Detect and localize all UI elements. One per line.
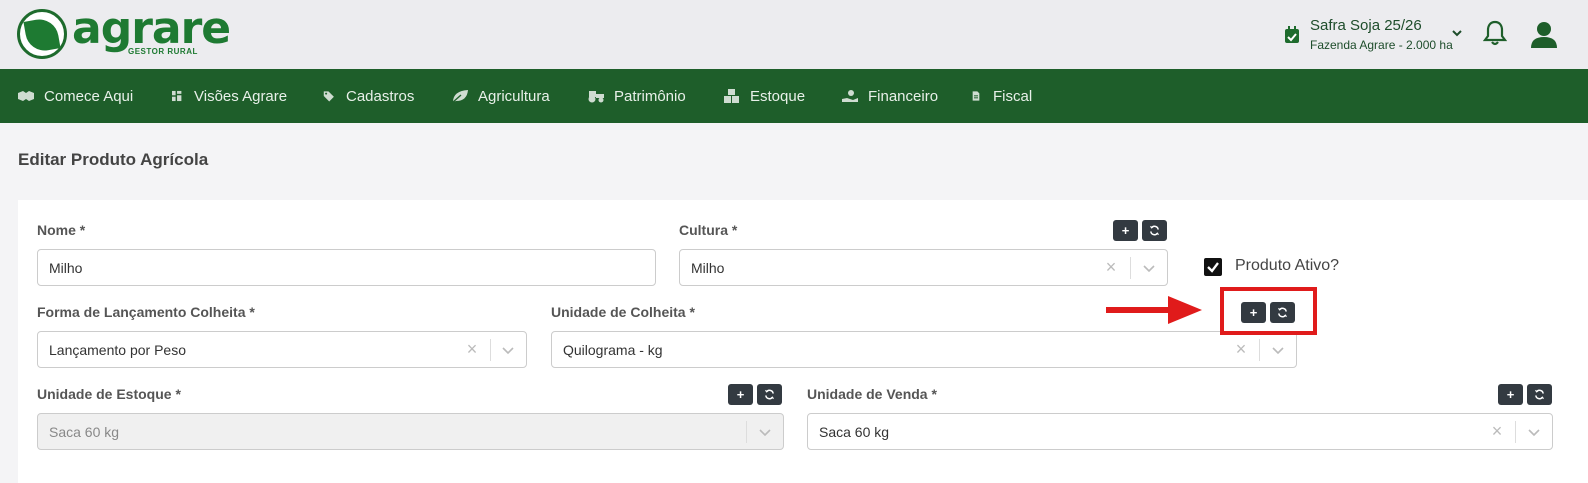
nav-label: Patrimônio [614,87,686,105]
chevron-down-icon[interactable] [1270,342,1286,358]
produto-ativo-label: Produto Ativo? [1235,257,1340,274]
nome-label: Nome * [37,222,86,238]
select-divider [1259,339,1260,361]
unidade-estoque-add-button[interactable]: + [728,384,753,405]
cultura-refresh-button[interactable] [1142,220,1167,241]
nav-item-cadastros[interactable]: Cadastros [323,69,414,123]
farm-name: Fazenda Agrare - 2.000 ha [1310,38,1453,52]
unidade-estoque-select: Saca 60 kg [37,413,784,450]
hand-coin-icon [842,90,858,102]
handshake-icon [18,91,34,101]
tractor-icon [588,91,604,103]
brand-subtitle: GESTOR RURAL [128,47,198,56]
chevron-down-icon[interactable] [500,342,516,358]
boxes-icon [724,89,739,103]
nav-item-financeiro[interactable]: Financeiro [841,69,938,123]
page-title: Editar Produto Agrícola [18,150,209,169]
nav-item-fiscal[interactable]: Fiscal [972,69,1032,123]
logo-mark [17,9,67,59]
unidade-estoque-value: Saca 60 kg [49,423,120,440]
nav-label: Comece Aqui [44,87,134,105]
chevron-down-icon [759,429,771,437]
clear-icon[interactable]: × [1487,422,1507,440]
unidade-venda-select[interactable]: Saca 60 kg × [807,413,1553,450]
nav-label: Agricultura [478,87,550,105]
unidade-colheita-value: Quilograma - kg [563,341,663,358]
unidade-colheita-label: Unidade de Colheita * [551,304,695,320]
leaf-icon [23,16,61,54]
unidade-estoque-refresh-button[interactable] [757,384,782,405]
unidade-venda-label: Unidade de Venda * [807,386,937,402]
refresh-icon [1149,225,1160,236]
nav-item-agricultura[interactable]: Agricultura [451,69,550,123]
leaf-icon [451,90,468,103]
nav-label: Fiscal [993,87,1033,105]
highlight-box [1220,287,1317,335]
produto-ativo-checkbox[interactable] [1204,258,1222,276]
chevron-down-icon [1452,30,1462,37]
clear-icon[interactable]: × [462,340,482,358]
tags-icon [323,91,334,102]
bell-icon[interactable] [1483,20,1507,46]
nav-label: Visões Agrare [194,87,288,105]
cultura-add-button[interactable]: + [1113,220,1138,241]
chevron-down-icon[interactable] [1526,424,1542,440]
unidade-venda-refresh-button[interactable] [1527,384,1552,405]
nav-label: Estoque [750,87,806,105]
cultura-value: Milho [691,259,725,276]
forma-value: Lançamento por Peso [49,341,186,358]
check-icon [1207,262,1219,273]
refresh-icon [1534,389,1545,400]
cultura-select[interactable]: Milho × [679,249,1168,286]
unidade-colheita-refresh-button[interactable] [1270,302,1295,323]
agrare-logo[interactable]: agrare GESTOR RURAL [17,3,231,61]
chevron-down-icon[interactable] [1141,260,1157,276]
refresh-icon [764,389,775,400]
forma-select[interactable]: Lançamento por Peso × [37,331,527,368]
unidade-estoque-label: Unidade de Estoque * [37,386,181,402]
invoice-icon [972,91,980,101]
nav-item-estoque[interactable]: Estoque [723,69,805,123]
unidade-colheita-add-button[interactable]: + [1241,302,1266,323]
calendar-check-icon [1285,26,1299,43]
nav-label: Financeiro [868,87,939,105]
nav-label: Cadastros [346,87,415,105]
nome-input[interactable]: Milho [37,249,656,286]
unidade-colheita-select[interactable]: Quilograma - kg × [551,331,1297,368]
unidade-venda-add-button[interactable]: + [1498,384,1523,405]
select-divider [490,339,491,361]
cultura-label: Cultura * [679,222,738,238]
farm-selector[interactable]: Safra Soja 25/26 Fazenda Agrare - 2.000 … [1284,16,1464,56]
unidade-venda-value: Saca 60 kg [819,423,890,440]
season-name: Safra Soja 25/26 [1310,17,1422,34]
clear-icon[interactable]: × [1101,258,1121,276]
select-divider [1130,257,1131,279]
main-nav: Comece Aqui Visões Agrare Cadastros Agri… [0,69,1588,123]
red-arrow-annotation [1106,296,1202,324]
nav-item-comece-aqui[interactable]: Comece Aqui [17,69,133,123]
select-divider [746,421,747,443]
forma-label: Forma de Lançamento Colheita * [37,304,255,320]
user-avatar-icon[interactable] [1530,20,1558,48]
nav-item-patrimonio[interactable]: Patrimônio [587,69,686,123]
nome-value: Milho [49,259,83,276]
select-divider [1515,421,1516,443]
refresh-icon [1277,307,1288,318]
dashboard-icon [172,90,182,102]
clear-icon[interactable]: × [1231,340,1251,358]
top-header: agrare GESTOR RURAL Safra Soja 25/26 Faz… [0,0,1588,69]
nav-item-visoes-agrare[interactable]: Visões Agrare [172,69,287,123]
